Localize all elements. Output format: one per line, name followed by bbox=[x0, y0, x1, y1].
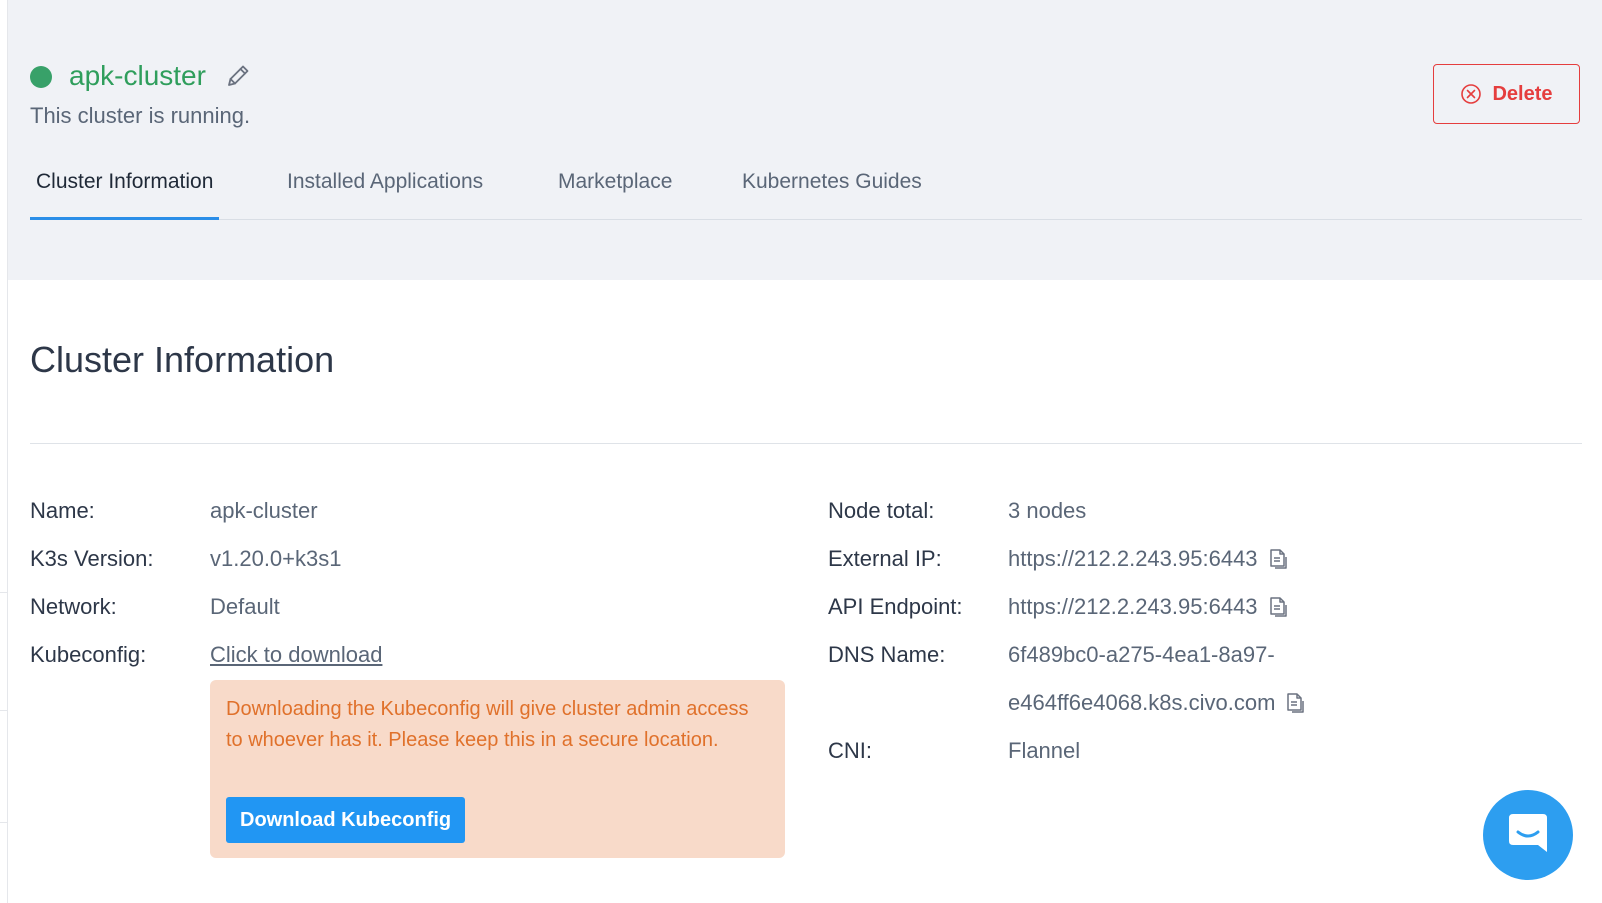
api-endpoint-label: API Endpoint: bbox=[828, 594, 963, 619]
node-total-value: 3 nodes bbox=[1008, 496, 1086, 526]
k3s-version-label: K3s Version: bbox=[30, 546, 154, 571]
kubeconfig-warning-box: Downloading the Kubeconfig will give clu… bbox=[210, 680, 785, 858]
api-endpoint-value: https://212.2.243.95:6443 bbox=[1008, 592, 1290, 622]
kubeconfig-label: Kubeconfig: bbox=[30, 642, 147, 667]
external-ip-value: https://212.2.243.95:6443 bbox=[1008, 544, 1290, 574]
tab-kubernetes-guides[interactable]: Kubernetes Guides bbox=[742, 158, 922, 220]
section-title: Cluster Information bbox=[30, 339, 335, 380]
node-total-label: Node total: bbox=[828, 498, 935, 523]
left-gutter bbox=[0, 0, 8, 903]
gutter-divider bbox=[0, 592, 8, 593]
name-label: Name: bbox=[30, 498, 95, 523]
dns-name-value-line2: e464ff6e4068.k8s.civo.com bbox=[1008, 688, 1307, 718]
delete-button[interactable]: Delete bbox=[1433, 64, 1580, 124]
download-kubeconfig-button[interactable]: Download Kubeconfig bbox=[226, 797, 466, 843]
dns-name-value-text-2: e464ff6e4068.k8s.civo.com bbox=[1008, 690, 1276, 715]
node-total-value-text: 3 nodes bbox=[1008, 498, 1087, 523]
external-ip-label: External IP: bbox=[828, 546, 942, 571]
copy-icon[interactable] bbox=[1283, 691, 1307, 715]
status-indicator-dot bbox=[30, 66, 52, 88]
cni-value-text: Flannel bbox=[1008, 738, 1081, 763]
pencil-icon[interactable] bbox=[224, 62, 252, 90]
delete-button-label: Delete bbox=[1492, 82, 1553, 105]
cluster-name-title: apk-cluster bbox=[69, 60, 206, 91]
dns-name-value-text: 6f489bc0-a275-4ea1-8a97- bbox=[1008, 642, 1275, 667]
page-header bbox=[8, 0, 1602, 280]
tab-installed-applications[interactable]: Installed Applications bbox=[287, 158, 483, 220]
network-value: Default bbox=[210, 592, 280, 622]
tab-cluster-information[interactable]: Cluster Information bbox=[30, 158, 220, 220]
gutter-divider bbox=[0, 822, 8, 823]
copy-icon[interactable] bbox=[1266, 595, 1290, 619]
cluster-status-text: This cluster is running. bbox=[30, 103, 251, 128]
chat-icon bbox=[1505, 810, 1551, 861]
close-circle-icon bbox=[1460, 83, 1482, 105]
api-endpoint-value-text: https://212.2.243.95:6443 bbox=[1008, 594, 1258, 619]
gutter-divider bbox=[0, 710, 8, 711]
dns-name-value-line1: 6f489bc0-a275-4ea1-8a97- bbox=[1008, 640, 1275, 670]
network-value-text: Default bbox=[210, 594, 280, 619]
cni-label: CNI: bbox=[828, 738, 872, 763]
chat-launcher-button[interactable] bbox=[1483, 790, 1573, 880]
tab-marketplace[interactable]: Marketplace bbox=[558, 158, 672, 220]
kubeconfig-warning-text: Downloading the Kubeconfig will give clu… bbox=[226, 698, 749, 751]
copy-icon[interactable] bbox=[1266, 547, 1290, 571]
kubeconfig-download-link[interactable]: Click to download bbox=[210, 640, 382, 670]
divider bbox=[30, 443, 1582, 444]
name-value-text: apk-cluster bbox=[210, 498, 318, 523]
tab-bar: Cluster Information Installed Applicatio… bbox=[30, 158, 1582, 220]
dns-name-label: DNS Name: bbox=[828, 642, 946, 667]
k3s-version-value-text: v1.20.0+k3s1 bbox=[210, 546, 342, 571]
network-label: Network: bbox=[30, 594, 117, 619]
cni-value: Flannel bbox=[1008, 736, 1080, 766]
external-ip-value-text: https://212.2.243.95:6443 bbox=[1008, 546, 1258, 571]
k3s-version-value: v1.20.0+k3s1 bbox=[210, 544, 341, 574]
name-value: apk-cluster bbox=[210, 496, 318, 526]
